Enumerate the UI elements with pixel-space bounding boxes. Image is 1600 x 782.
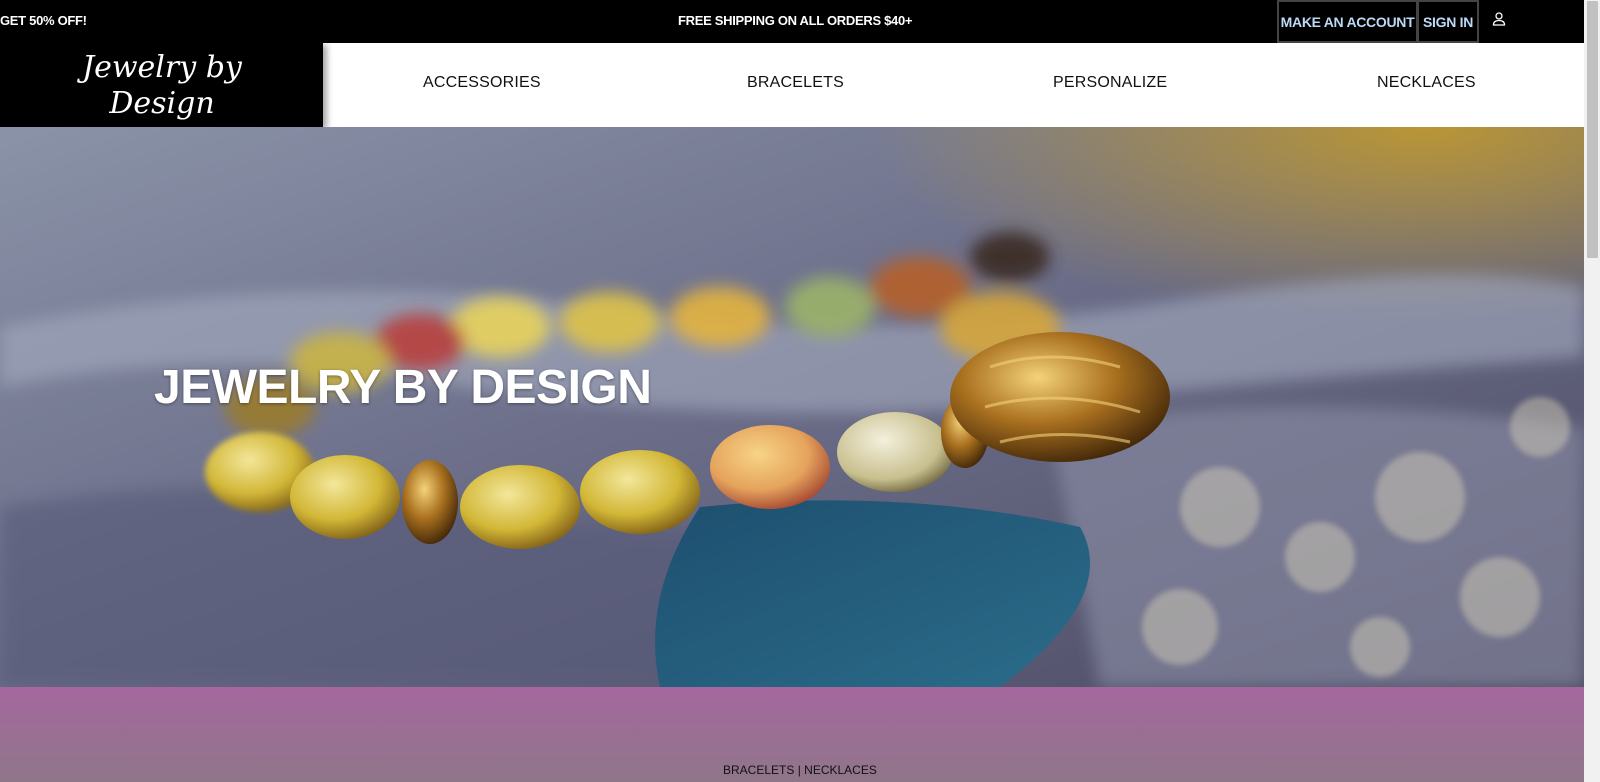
announcement-bar: GET 50% OFF! FREE SHIPPING ON ALL ORDERS… (0, 0, 1584, 43)
page-scrollbar[interactable] (1584, 0, 1600, 782)
site-header: Jewelry by Design ACCESSORIES BRACELETS … (0, 43, 1584, 127)
hero-title: JEWELRY BY DESIGN (154, 361, 652, 414)
band-link-necklaces[interactable]: NECKLACES (804, 763, 877, 777)
logo-wordmark: Jewelry by Design (76, 50, 243, 121)
promo-text: GET 50% OFF! (0, 13, 87, 28)
category-band: BRACELETS | NECKLACES (0, 687, 1584, 782)
category-links: BRACELETS | NECKLACES (723, 763, 877, 777)
nav-personalize[interactable]: PERSONALIZE (1053, 74, 1167, 92)
sign-in-button[interactable]: SIGN IN (1417, 0, 1479, 43)
scrollbar-thumb[interactable] (1587, 1, 1598, 258)
make-account-button[interactable]: MAKE AN ACCOUNT (1277, 0, 1418, 43)
user-icon[interactable] (1491, 11, 1507, 27)
nav-accessories[interactable]: ACCESSORIES (423, 74, 541, 92)
shipping-text: FREE SHIPPING ON ALL ORDERS $40+ (678, 13, 913, 28)
svg-text:Design: Design (108, 86, 214, 121)
band-separator: | (794, 763, 805, 777)
nav-necklaces[interactable]: NECKLACES (1377, 74, 1476, 92)
logo[interactable]: Jewelry by Design (0, 43, 323, 127)
hero-banner: JEWELRY BY DESIGN (0, 127, 1584, 687)
svg-text:Jewelry by: Jewelry by (76, 50, 243, 85)
nav-bracelets[interactable]: BRACELETS (747, 74, 844, 92)
band-link-bracelets[interactable]: BRACELETS (723, 763, 794, 777)
